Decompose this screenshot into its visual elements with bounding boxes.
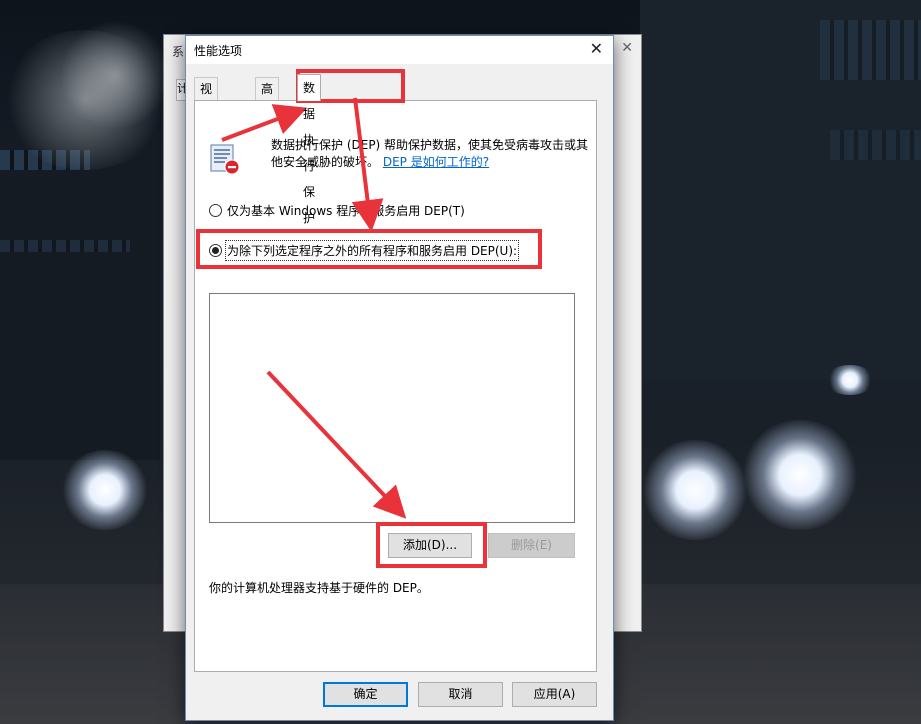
radio-essential-only-label: 仅为基本 Windows 程序和服务启用 DEP(T) [227, 204, 465, 218]
radio-all-except-selected-label: 为除下列选定程序之外的所有程序和服务启用 DEP(U): [224, 240, 520, 261]
close-icon[interactable]: ✕ [621, 40, 633, 56]
remove-button[interactable]: 删除(E) [488, 533, 575, 558]
back-window-title: 系 [172, 45, 185, 59]
dialog-titlebar: 性能选项 ✕ [186, 36, 613, 64]
excluded-programs-list[interactable] [209, 293, 575, 523]
tab-visual-effects[interactable]: 视觉效果 [194, 77, 219, 162]
dialog-title: 性能选项 [194, 44, 243, 58]
dep-tab-panel: 数据执行保护 (DEP) 帮助保护数据，使其免受病毒攻击或其他安全威胁的破坏。 … [194, 100, 597, 672]
ok-button[interactable]: 确定 [323, 682, 408, 707]
performance-options-dialog: 性能选项 ✕ 视觉效果 高级 数据执行保护 数据执行保护 (DEP) 帮助保护数… [185, 35, 614, 721]
radio-essential-only[interactable]: 仅为基本 Windows 程序和服务启用 DEP(T) [209, 202, 465, 219]
dep-help-link[interactable]: DEP 是如何工作的? [383, 155, 489, 169]
tab-data-execution-prevention[interactable]: 数据执行保护 [297, 74, 322, 225]
dep-shield-document-icon [210, 144, 240, 175]
cancel-button[interactable]: 取消 [418, 682, 503, 707]
apply-button[interactable]: 应用(A) [512, 682, 597, 707]
hardware-dep-note: 你的计算机处理器支持基于硬件的 DEP。 [209, 581, 429, 595]
add-button[interactable]: 添加(D)... [388, 533, 472, 558]
radio-all-except-selected[interactable]: 为除下列选定程序之外的所有程序和服务启用 DEP(U): [209, 240, 520, 261]
radio-all-except-selected-button[interactable] [209, 244, 222, 257]
radio-essential-only-button[interactable] [209, 204, 222, 217]
close-icon[interactable]: ✕ [590, 39, 603, 58]
dep-description: 数据执行保护 (DEP) 帮助保护数据，使其免受病毒攻击或其他安全威胁的破坏。 … [271, 137, 591, 171]
tab-advanced[interactable]: 高级 [255, 77, 280, 118]
